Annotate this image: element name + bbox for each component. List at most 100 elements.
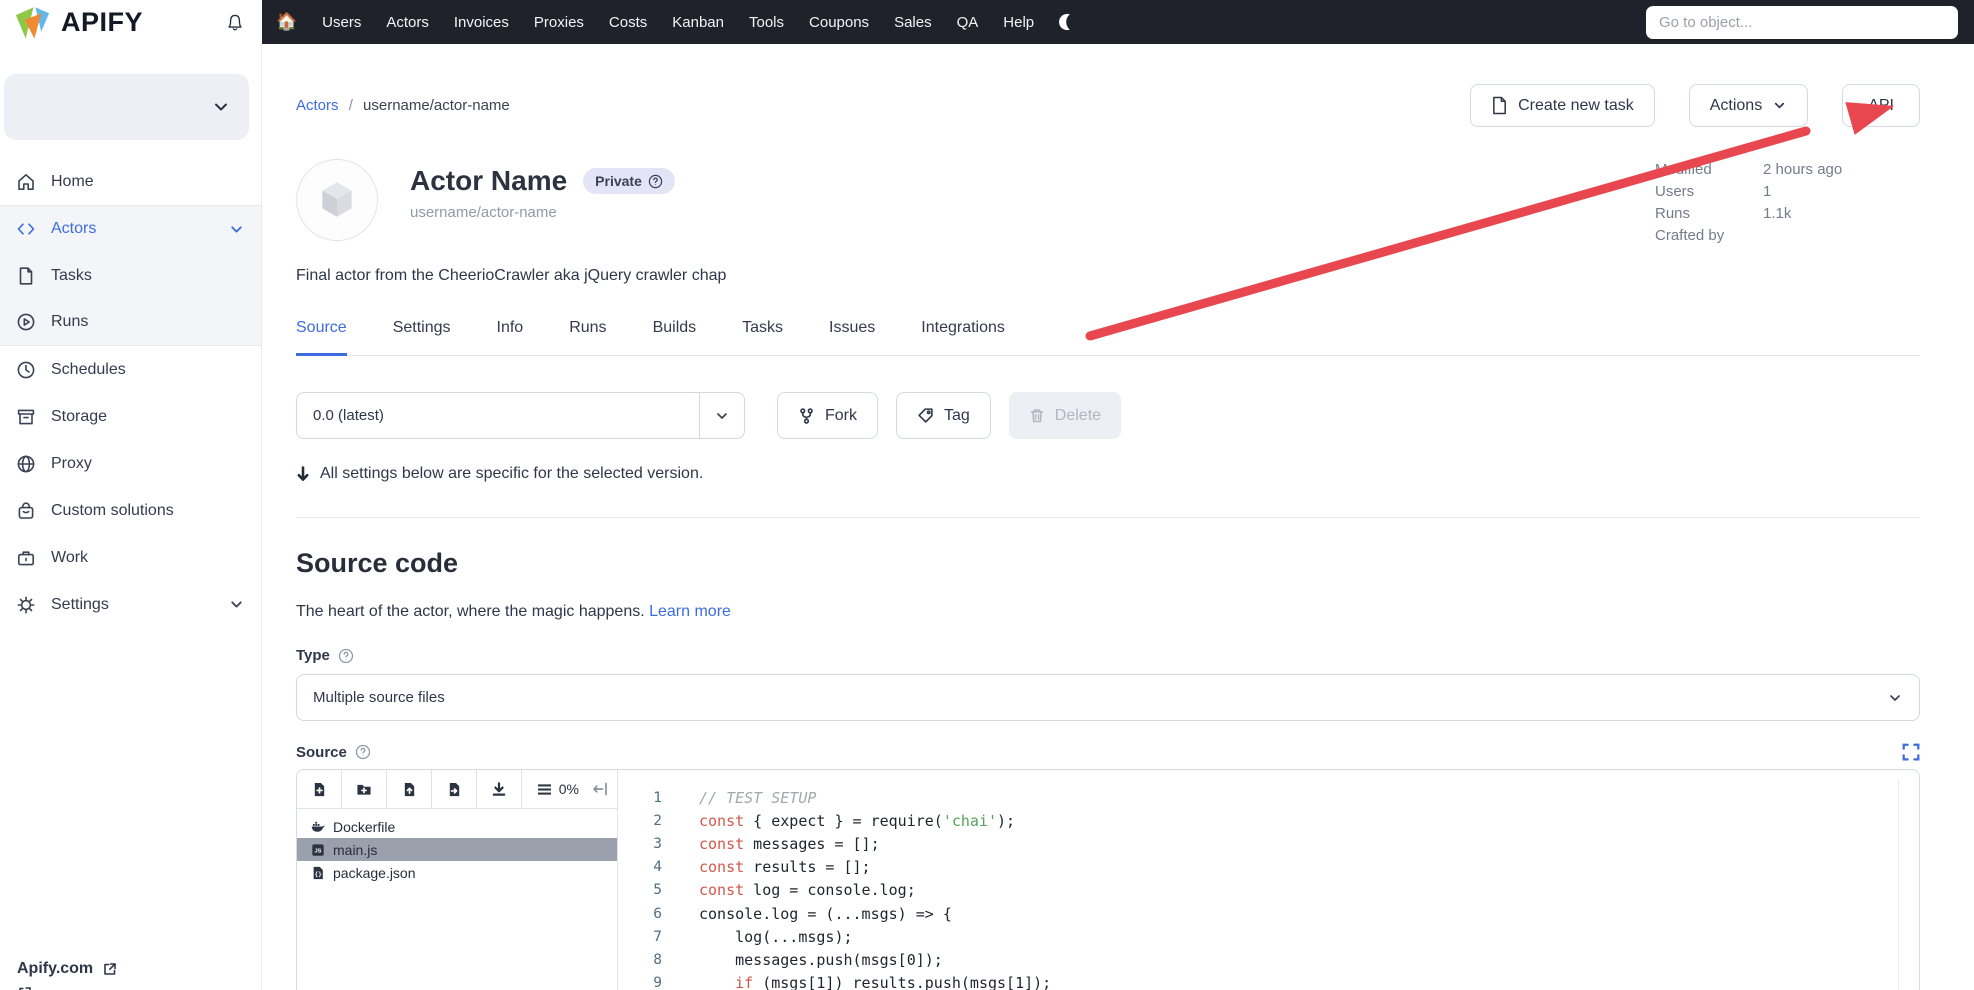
upload-file-button[interactable]	[387, 770, 432, 808]
chevron-down-icon	[700, 408, 744, 424]
file-item-package-json[interactable]: {}package.json	[297, 861, 617, 884]
version-select[interactable]: 0.0 (latest)	[296, 392, 745, 439]
source-code-description-text: The heart of the actor, where the magic …	[296, 603, 645, 620]
sidebar-item-label: Schedules	[51, 361, 126, 379]
code-line-9[interactable]: 9 if (msgs[1]) results.push(msgs[1]);	[618, 972, 1919, 990]
type-select[interactable]: Multiple source files	[296, 674, 1920, 721]
api-label: API	[1868, 97, 1894, 115]
nav-item-sales[interactable]: Sales	[894, 14, 932, 31]
sidebar-footer-apify-link[interactable]: Apify.com	[17, 960, 118, 978]
type-select-value: Multiple source files	[313, 689, 445, 706]
learn-more-link[interactable]: Learn more	[649, 603, 731, 620]
sidebar-item-runs[interactable]: Runs	[0, 299, 261, 346]
nav-item-tools[interactable]: Tools	[749, 14, 784, 31]
tab-issues[interactable]: Issues	[829, 319, 875, 356]
sidebar-item-tasks[interactable]: Tasks	[0, 252, 261, 299]
code-line-2[interactable]: 2const { expect } = require('chai');	[618, 809, 1919, 832]
line-number: 6	[618, 906, 662, 922]
breadcrumb-actors-link[interactable]: Actors	[296, 97, 339, 114]
file-item-dockerfile[interactable]: Dockerfile	[297, 815, 617, 838]
chevron-down-icon	[228, 221, 245, 238]
line-content: // TEST SETUP	[662, 789, 816, 807]
code-line-7[interactable]: 7 log(...msgs);	[618, 925, 1919, 948]
line-content: const { expect } = require('chai');	[662, 812, 1015, 830]
account-selector[interactable]	[4, 74, 249, 140]
file-item-main-js[interactable]: JSmain.js	[297, 838, 617, 861]
line-number: 3	[618, 836, 662, 852]
tag-button[interactable]: Tag	[896, 392, 991, 439]
code-line-6[interactable]: 6console.log = (...msgs) => {	[618, 902, 1919, 925]
new-folder-button[interactable]	[342, 770, 387, 808]
nav-item-proxies[interactable]: Proxies	[534, 14, 584, 31]
work-icon	[16, 548, 36, 568]
sidebar-item-schedules[interactable]: Schedules	[0, 346, 261, 393]
code-line-1[interactable]: 1// TEST SETUP	[618, 786, 1919, 809]
help-circle-icon[interactable]	[355, 744, 371, 760]
code-area[interactable]: 1// TEST SETUP2const { expect } = requir…	[618, 770, 1919, 990]
editor-toolbar-right: 0%	[522, 770, 617, 808]
notifications-bell-icon[interactable]	[224, 11, 246, 33]
code-line-4[interactable]: 4const results = [];	[618, 856, 1919, 879]
fullscreen-expand-icon[interactable]	[1902, 743, 1920, 761]
nav-item-help[interactable]: Help	[1003, 14, 1034, 31]
sidebar-item-storage[interactable]: Storage	[0, 393, 261, 440]
nav-item-actors[interactable]: Actors	[386, 14, 429, 31]
private-badge: Private	[583, 168, 675, 194]
sidebar-item-work[interactable]: Work	[0, 534, 261, 581]
new-file-button[interactable]	[297, 770, 342, 808]
sidebar-item-home[interactable]: Home	[0, 158, 261, 205]
tab-builds[interactable]: Builds	[653, 319, 697, 356]
version-row: 0.0 (latest) Fork Tag	[296, 392, 1920, 439]
sidebar-item-actors[interactable]: Actors	[0, 205, 261, 252]
line-number: 1	[618, 790, 662, 806]
code-line-5[interactable]: 5const log = console.log;	[618, 879, 1919, 902]
line-content: log(...msgs);	[662, 928, 853, 946]
download-button[interactable]	[477, 770, 522, 808]
source-code-description: The heart of the actor, where the magic …	[296, 603, 1920, 621]
storage-icon	[16, 407, 36, 427]
search-input[interactable]	[1646, 6, 1958, 39]
sidebar-item-settings[interactable]: Settings	[0, 581, 261, 628]
api-button[interactable]: API	[1842, 84, 1920, 127]
version-note: All settings below are specific for the …	[296, 465, 1920, 483]
sidebar-footer-clipped-item[interactable]	[17, 985, 33, 990]
tab-settings[interactable]: Settings	[393, 319, 451, 356]
sidebar-item-proxy[interactable]: Proxy	[0, 440, 261, 487]
brand-area: APIFY	[0, 0, 262, 44]
tab-source[interactable]: Source	[296, 319, 347, 356]
help-circle-icon[interactable]	[338, 648, 354, 664]
docker-file-icon	[311, 820, 325, 834]
nav-item-kanban[interactable]: Kanban	[672, 14, 724, 31]
editor-scrollbar[interactable]	[1898, 780, 1899, 990]
nav-item-costs[interactable]: Costs	[609, 14, 647, 31]
sidebar-item-label: Custom solutions	[51, 502, 174, 520]
create-new-task-button[interactable]: Create new task	[1470, 84, 1655, 127]
delete-button[interactable]: Delete	[1009, 392, 1121, 439]
code-line-3[interactable]: 3const messages = [];	[618, 832, 1919, 855]
external-link-icon	[17, 985, 33, 990]
sidebar-item-custom-solutions[interactable]: Custom solutions	[0, 487, 261, 534]
nav-item-invoices[interactable]: Invoices	[454, 14, 509, 31]
tab-tasks[interactable]: Tasks	[742, 319, 783, 356]
proxy-icon	[16, 454, 36, 474]
tab-runs[interactable]: Runs	[569, 319, 606, 356]
version-note-text: All settings below are specific for the …	[320, 465, 703, 483]
help-circle-icon[interactable]	[648, 174, 663, 189]
home-emoji-icon[interactable]: 🏠	[276, 12, 297, 32]
tab-integrations[interactable]: Integrations	[921, 319, 1005, 356]
collapse-panel-icon[interactable]	[592, 782, 608, 796]
nav-item-coupons[interactable]: Coupons	[809, 14, 869, 31]
tab-info[interactable]: Info	[497, 319, 524, 356]
fork-button[interactable]: Fork	[777, 392, 878, 439]
meta-value-crafted-by	[1763, 227, 1920, 244]
apify-logo[interactable]: APIFY	[14, 5, 143, 39]
list-view-icon[interactable]	[537, 783, 552, 796]
move-file-button[interactable]	[432, 770, 477, 808]
code-line-8[interactable]: 8 messages.push(msgs[0]);	[618, 948, 1919, 971]
nav-item-users[interactable]: Users	[322, 14, 361, 31]
tasks-icon	[16, 266, 36, 286]
actions-dropdown-button[interactable]: Actions	[1689, 84, 1808, 127]
nav-item-qa[interactable]: QA	[957, 14, 979, 31]
top-nav-items: Users Actors Invoices Proxies Costs Kanban Too…	[322, 14, 1034, 31]
dark-mode-moon-icon[interactable]	[1059, 13, 1077, 31]
